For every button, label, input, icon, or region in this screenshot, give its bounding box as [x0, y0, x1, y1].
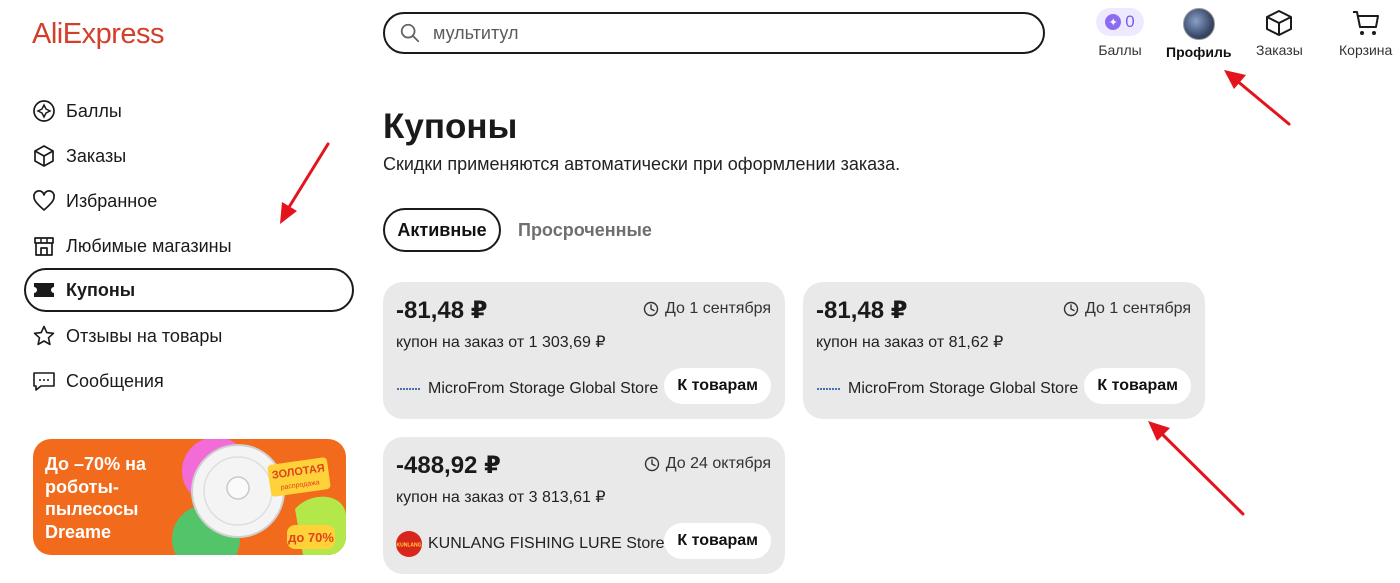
- sidebar-item-label: Купоны: [66, 279, 136, 300]
- header-profile-button[interactable]: Профиль: [1166, 8, 1232, 60]
- store-name: MicroFrom Storage Global Store: [848, 380, 1079, 397]
- search-input[interactable]: [431, 21, 995, 45]
- store-name: KUNLANG FISHING LURE Store: [428, 535, 665, 552]
- page-title: Купоны: [383, 107, 518, 146]
- orders-label: Заказы: [1256, 42, 1303, 58]
- promo-text: До –70% на роботы-пылесосы Dreame: [45, 454, 146, 542]
- sidebar-item-label: Баллы: [66, 100, 122, 121]
- promo-banner[interactable]: ЗОЛОТАЯ распродажа до 70% До –70% на роб…: [33, 439, 346, 555]
- coupon-expiry-text: До 1 сентября: [665, 300, 771, 317]
- store-logo-icon: [396, 376, 422, 402]
- cart-icon: [1352, 11, 1379, 35]
- clock-icon: [644, 456, 659, 472]
- coupon-card: -488,92 ₽ До 24 октября купон на заказ о…: [383, 437, 785, 574]
- coupon-expiry: До 24 октября: [644, 455, 771, 473]
- aliexpress-logo[interactable]: AliExpress: [32, 16, 165, 52]
- coupon-store[interactable]: MicroFrom Storage Global Store: [816, 376, 1078, 402]
- sidebar-item-label: Сообщения: [66, 370, 164, 391]
- store-logo-text: KUNLANG: [397, 543, 422, 549]
- header-orders-button[interactable]: Заказы: [1256, 8, 1303, 58]
- coupon-amount: -488,92 ₽: [396, 452, 501, 479]
- coupon-expiry-text: До 24 октября: [665, 455, 771, 472]
- coupon-card: -81,48 ₽ До 1 сентября купон на заказ от…: [383, 282, 785, 419]
- heart-icon: [33, 190, 55, 211]
- coupon-card: -81,48 ₽ До 1 сентября купон на заказ от…: [803, 282, 1205, 419]
- search-bar[interactable]: [383, 12, 1045, 54]
- sidebar-item-favorites[interactable]: Избранное: [24, 179, 354, 223]
- sidebar-item-label: Любимые магазины: [66, 235, 232, 256]
- sidebar-item-label: Отзывы на товары: [66, 325, 223, 346]
- points-label: Баллы: [1098, 42, 1142, 58]
- box-icon: [34, 145, 54, 167]
- points-icon: ✦: [1105, 14, 1122, 30]
- search-icon: [400, 23, 420, 43]
- sidebar-item-coupons[interactable]: Купоны: [24, 268, 354, 312]
- avatar: [1182, 8, 1215, 40]
- coupon-min-order: купон на заказ от 3 813,61 ₽: [396, 489, 606, 506]
- go-to-products-button[interactable]: К товарам: [664, 368, 771, 404]
- sidebar-item-favorite-stores[interactable]: Любимые магазины: [24, 224, 354, 268]
- coupon-expiry: До 1 сентября: [1063, 300, 1191, 318]
- coupon-min-order: купон на заказ от 81,62 ₽: [816, 334, 1004, 351]
- sidebar-item-label: Заказы: [66, 145, 127, 166]
- annotation-arrow-profile: [1234, 78, 1291, 126]
- store-logo-icon: KUNLANG: [396, 531, 422, 557]
- coupon-store[interactable]: KUNLANG KUNLANG FISHING LURE Store: [396, 531, 665, 557]
- annotation-arrow-coupon: [1158, 430, 1245, 516]
- go-to-products-button[interactable]: К товарам: [664, 523, 771, 559]
- coupon-min-order: купон на заказ от 1 303,69 ₽: [396, 334, 606, 351]
- clock-icon: [643, 301, 659, 317]
- points-badge: ✦ 0: [1096, 8, 1144, 36]
- profile-label: Профиль: [1166, 44, 1232, 60]
- star-icon: [33, 325, 55, 346]
- store-icon: [34, 237, 54, 256]
- promo-badge-discount: до 70%: [288, 530, 334, 545]
- coupon-store[interactable]: MicroFrom Storage Global Store: [396, 376, 658, 402]
- tab-active[interactable]: Активные: [383, 208, 501, 252]
- sidebar-item-points[interactable]: Баллы: [24, 89, 354, 133]
- message-icon: [33, 372, 55, 391]
- coupon-amount: -81,48 ₽: [816, 297, 908, 324]
- store-logo-icon: [816, 376, 842, 402]
- coupon-icon: [34, 283, 54, 297]
- coupon-amount: -81,48 ₽: [396, 297, 488, 324]
- page-subtitle: Скидки применяются автоматически при офо…: [383, 154, 901, 174]
- points-icon: [33, 100, 55, 122]
- cart-label: Корзина: [1339, 42, 1393, 58]
- sidebar-item-reviews[interactable]: Отзывы на товары: [24, 314, 354, 358]
- sidebar-item-orders[interactable]: Заказы: [24, 134, 354, 178]
- store-name: MicroFrom Storage Global Store: [428, 380, 659, 397]
- header-points-button[interactable]: ✦ 0 Баллы: [1096, 8, 1144, 58]
- go-to-products-button[interactable]: К товарам: [1084, 368, 1191, 404]
- sidebar-item-label: Избранное: [66, 190, 158, 211]
- box-icon: [1266, 10, 1293, 36]
- header-cart-button[interactable]: Корзина: [1339, 8, 1392, 58]
- clock-icon: [1063, 301, 1079, 317]
- coupon-expiry: До 1 сентября: [643, 300, 771, 318]
- points-count: 0: [1125, 12, 1135, 31]
- tab-expired[interactable]: Просроченные: [518, 208, 652, 252]
- sidebar-item-messages[interactable]: Сообщения: [24, 359, 354, 403]
- coupon-expiry-text: До 1 сентября: [1085, 300, 1191, 317]
